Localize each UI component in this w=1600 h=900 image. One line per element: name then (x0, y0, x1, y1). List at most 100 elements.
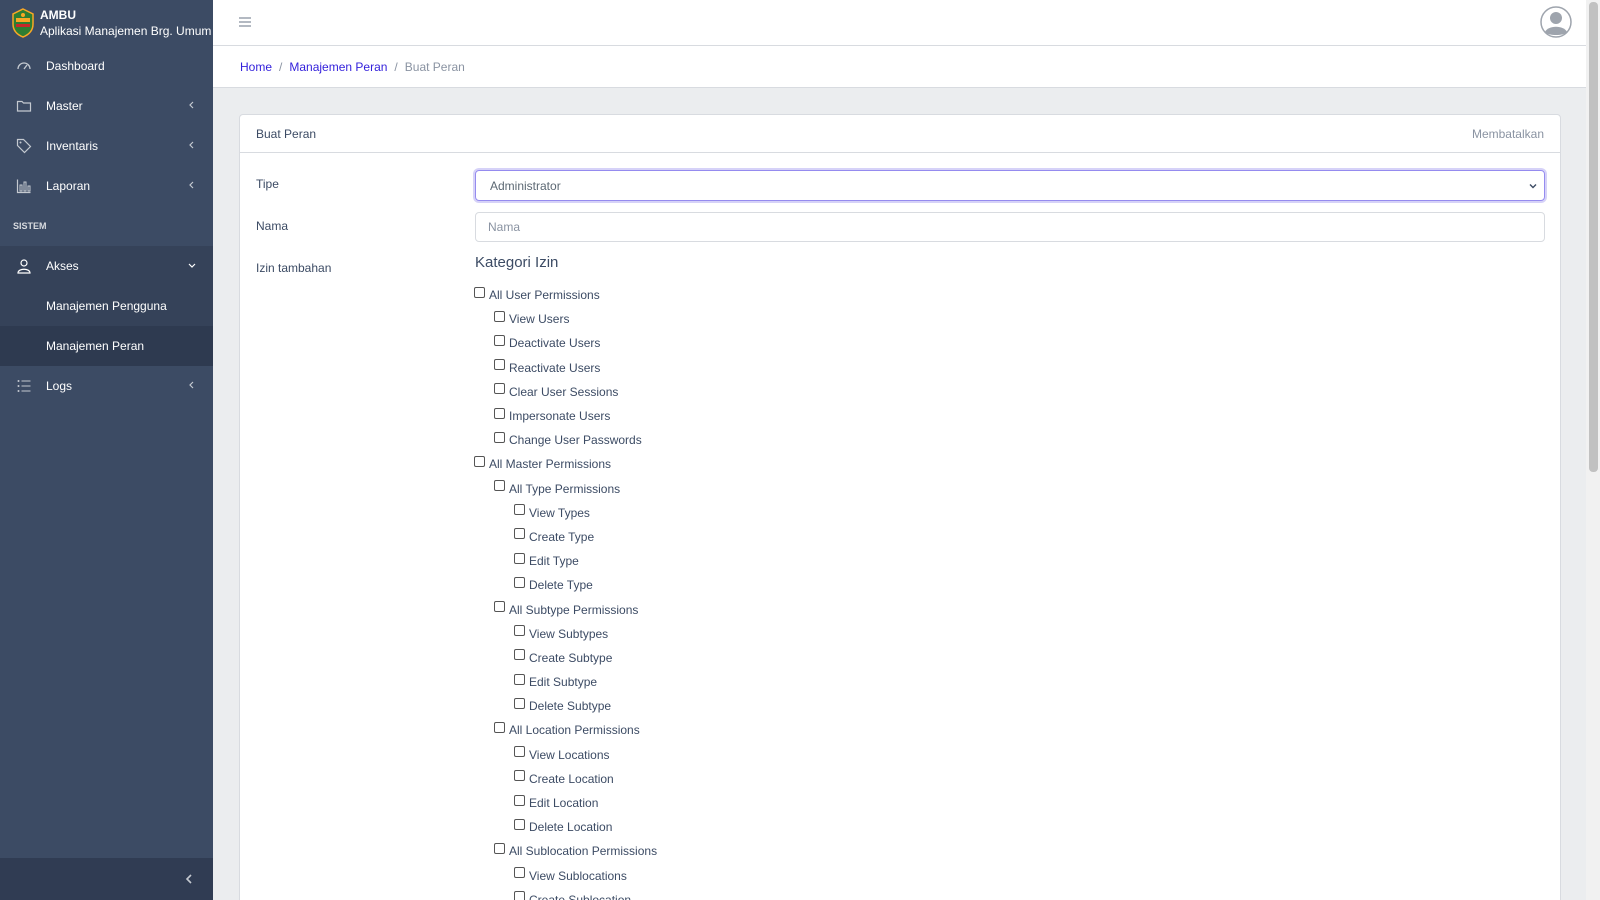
kategori-izin-title: Kategori Izin (475, 254, 559, 271)
permission-checkbox[interactable] (514, 625, 525, 637)
permission-item[interactable]: Create Type (474, 525, 657, 549)
tipe-select[interactable]: Administrator (475, 170, 1545, 201)
permission-checkbox[interactable] (514, 673, 525, 685)
hamburger-menu-icon[interactable] (237, 14, 253, 30)
chart-bar-icon (16, 178, 32, 194)
permission-item[interactable]: View Subtypes (474, 622, 657, 646)
permission-label: All User Permissions (489, 288, 600, 303)
permission-item[interactable]: Delete Type (474, 573, 657, 597)
permission-checkbox[interactable] (494, 601, 505, 613)
permission-label: View Types (529, 505, 590, 520)
sidebar-item-master[interactable]: Master (0, 86, 213, 126)
permission-checkbox[interactable] (514, 746, 525, 758)
scrollbar[interactable] (1586, 0, 1600, 900)
brand-name: AMBU (40, 8, 76, 22)
permission-checkbox[interactable] (494, 383, 505, 395)
breadcrumb-current: Buat Peran (404, 59, 465, 74)
permission-checkbox[interactable] (494, 334, 505, 346)
permission-item[interactable]: Impersonate Users (474, 404, 657, 428)
permission-item[interactable]: All Type Permissions (474, 477, 657, 501)
permission-checkbox[interactable] (514, 697, 525, 709)
chevron-left-icon (189, 141, 194, 149)
permission-item[interactable]: Delete Subtype (474, 694, 657, 718)
permission-item[interactable]: Edit Location (474, 791, 657, 815)
permission-label: Edit Type (529, 554, 579, 569)
permission-item[interactable]: All Master Permissions (474, 452, 657, 476)
permission-checkbox[interactable] (514, 552, 525, 564)
breadcrumb-manajemen-peran[interactable]: Manajemen Peran (289, 60, 387, 74)
permission-checkbox[interactable] (474, 455, 485, 467)
permission-item[interactable]: View Types (474, 501, 657, 525)
permission-label: All Type Permissions (509, 481, 621, 496)
breadcrumb-home[interactable]: Home (240, 60, 272, 74)
permission-item[interactable]: Create Subtype (474, 646, 657, 670)
sidebar: AMBU Aplikasi Manajemen Brg. Umum Dashbo… (0, 0, 213, 900)
permission-item[interactable]: Clear User Sessions (474, 380, 657, 404)
permission-item[interactable]: Reactivate Users (474, 356, 657, 380)
permission-checkbox[interactable] (494, 431, 505, 443)
permission-checkbox[interactable] (514, 867, 525, 879)
sidebar-item-dashboard[interactable]: Dashboard (0, 46, 213, 86)
sidebar-item-label: Laporan (46, 179, 91, 193)
permission-label: Delete Type (529, 578, 593, 593)
sidebar-item-logs[interactable]: Logs (0, 366, 213, 406)
permission-item[interactable]: Edit Subtype (474, 670, 657, 694)
permission-checkbox[interactable] (514, 818, 525, 830)
permission-item[interactable]: Delete Location (474, 815, 657, 839)
permission-item[interactable]: View Users (474, 307, 657, 331)
permission-label: Edit Subtype (529, 675, 598, 690)
permission-item[interactable]: All Sublocation Permissions (474, 839, 657, 863)
nama-input[interactable] (475, 212, 1545, 242)
permission-label: Create Location (529, 771, 614, 786)
sidebar-item-laporan[interactable]: Laporan (0, 166, 213, 206)
speedometer-icon (16, 58, 32, 74)
avatar[interactable] (1540, 6, 1572, 38)
sidebar-item-label: Dashboard (46, 59, 105, 73)
permission-label: View Subtypes (529, 626, 609, 641)
permission-item[interactable]: Create Sublocation (474, 888, 657, 900)
permission-checkbox[interactable] (494, 842, 505, 854)
permission-item[interactable]: Deactivate Users (474, 331, 657, 355)
sidebar-item-manajemen-pengguna[interactable]: Manajemen Pengguna (0, 286, 213, 326)
permission-item[interactable]: Edit Type (474, 549, 657, 573)
permission-checkbox[interactable] (494, 310, 505, 322)
permission-checkbox[interactable] (514, 649, 525, 661)
sidebar-item-label: Inventaris (46, 139, 99, 153)
permission-label: View Users (509, 312, 570, 327)
permission-list: All User Permissions View Users Deactivate… (474, 283, 657, 900)
permission-item[interactable]: All Location Permissions (474, 718, 657, 742)
cancel-link[interactable]: Membatalkan (1472, 127, 1544, 141)
permission-item[interactable]: All User Permissions (474, 283, 657, 307)
header (213, 0, 1586, 46)
permission-checkbox[interactable] (494, 359, 505, 371)
permission-item[interactable]: Create Location (474, 767, 657, 791)
sidebar-item-akses[interactable]: Akses (0, 246, 213, 286)
permission-checkbox[interactable] (494, 480, 505, 492)
permission-item[interactable]: All Subtype Permissions (474, 597, 657, 621)
chevron-left-icon (185, 874, 192, 884)
sidebar-item-label: Logs (46, 379, 73, 393)
permission-checkbox[interactable] (494, 407, 505, 419)
sidebar-minimizer[interactable] (0, 858, 213, 900)
breadcrumb-separator: / (394, 59, 398, 74)
permission-item[interactable]: View Locations (474, 743, 657, 767)
permission-checkbox[interactable] (514, 891, 525, 900)
permission-checkbox[interactable] (494, 721, 505, 733)
permission-checkbox[interactable] (514, 504, 525, 516)
card-title: Buat Peran (256, 126, 317, 141)
nav-section-title: SISTEM (13, 221, 47, 231)
permission-checkbox[interactable] (474, 286, 485, 298)
permission-checkbox[interactable] (514, 528, 525, 540)
chevron-left-icon (189, 181, 194, 189)
brand[interactable]: AMBU Aplikasi Manajemen Brg. Umum (0, 0, 213, 46)
sidebar-item-label: Akses (46, 259, 79, 273)
sidebar-item-inventaris[interactable]: Inventaris (0, 126, 213, 166)
permission-checkbox[interactable] (514, 770, 525, 782)
permission-item[interactable]: View Sublocations (474, 864, 657, 888)
permission-checkbox[interactable] (514, 794, 525, 806)
permission-item[interactable]: Change User Passwords (474, 428, 657, 452)
permission-checkbox[interactable] (514, 576, 525, 588)
scrollbar-thumb[interactable] (1589, 2, 1598, 472)
tipe-select-value: Administrator (490, 178, 561, 193)
sidebar-item-manajemen-peran[interactable]: Manajemen Peran (0, 326, 213, 366)
